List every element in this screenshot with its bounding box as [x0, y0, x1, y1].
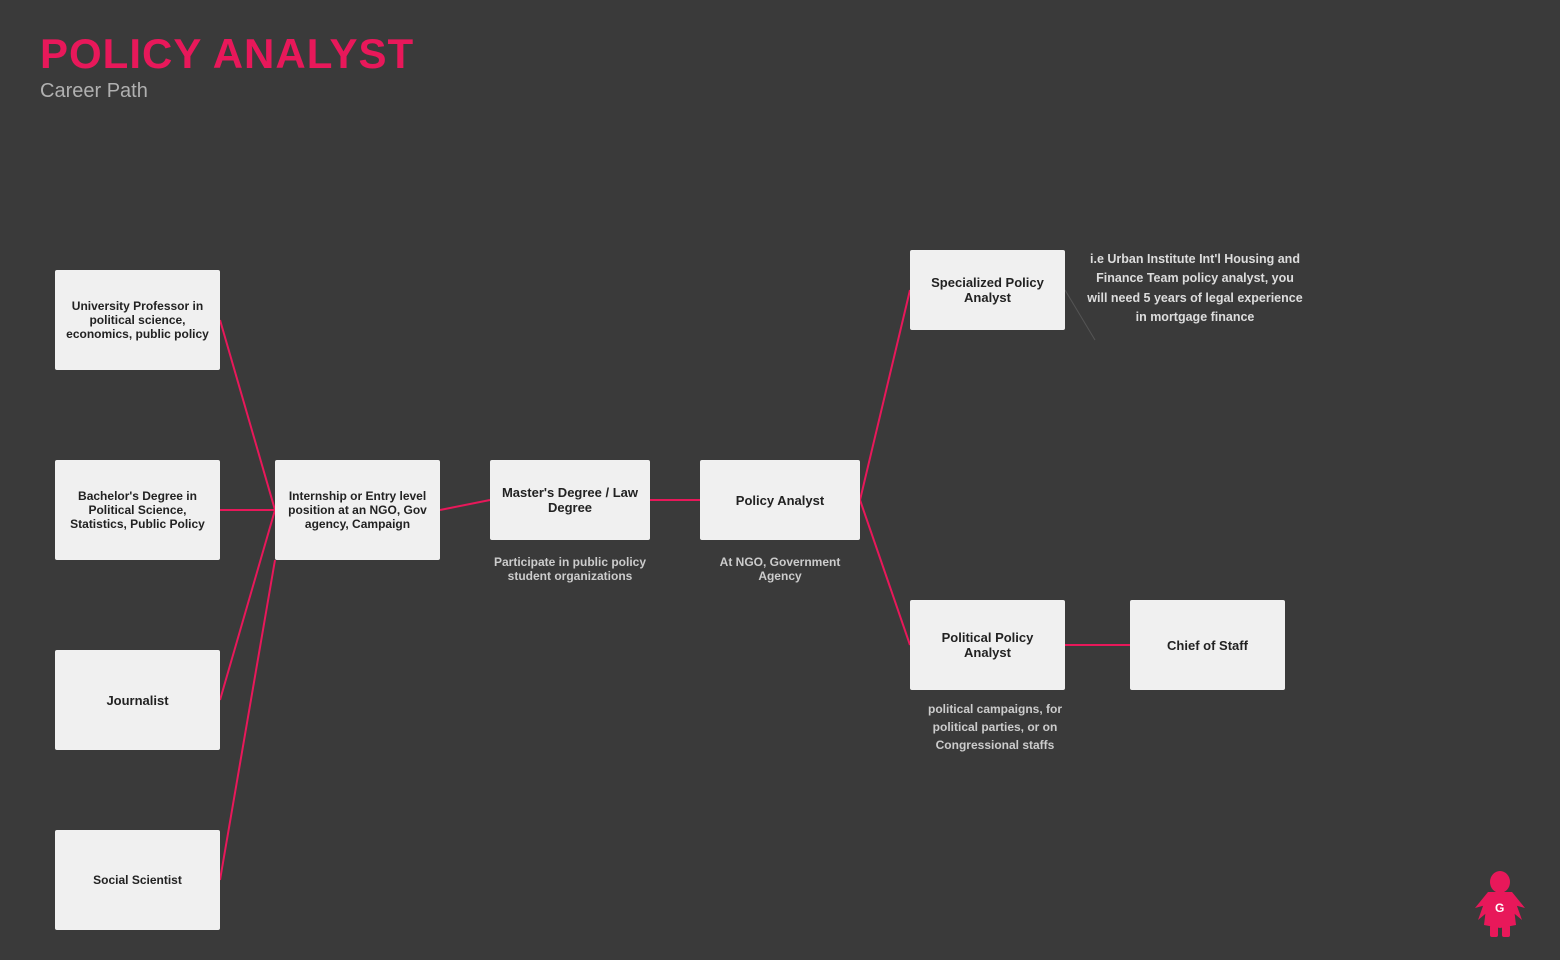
connector-lines: [0, 140, 1560, 940]
page-title: POLICY ANALYST: [40, 30, 414, 78]
node-internship: Internship or Entry level position at an…: [275, 460, 440, 560]
node-social-scientist: Social Scientist: [55, 830, 220, 930]
label-participate: Participate in public policy student org…: [490, 555, 650, 583]
label-at-ngo: At NGO, Government Agency: [700, 555, 860, 583]
info-specialized: i.e Urban Institute Int'l Housing and Fi…: [1085, 250, 1305, 328]
node-specialized: Specialized Policy Analyst: [910, 250, 1065, 330]
node-political-policy: Political Policy Analyst: [910, 600, 1065, 690]
node-uni-prof: University Professor in political scienc…: [55, 270, 220, 370]
label-political-campaigns: political campaigns, for political parti…: [910, 700, 1080, 754]
node-chief-of-staff: Chief of Staff: [1130, 600, 1285, 690]
node-bachelor: Bachelor's Degree in Political Science, …: [55, 460, 220, 560]
logo-mascot: G: [1470, 870, 1530, 940]
node-policy-analyst: Policy Analyst: [700, 460, 860, 540]
node-journalist: Journalist: [55, 650, 220, 750]
node-masters: Master's Degree / Law Degree: [490, 460, 650, 540]
svg-text:G: G: [1495, 901, 1504, 915]
career-diagram: University Professor in political scienc…: [0, 140, 1560, 940]
page-subtitle: Career Path: [40, 80, 414, 103]
